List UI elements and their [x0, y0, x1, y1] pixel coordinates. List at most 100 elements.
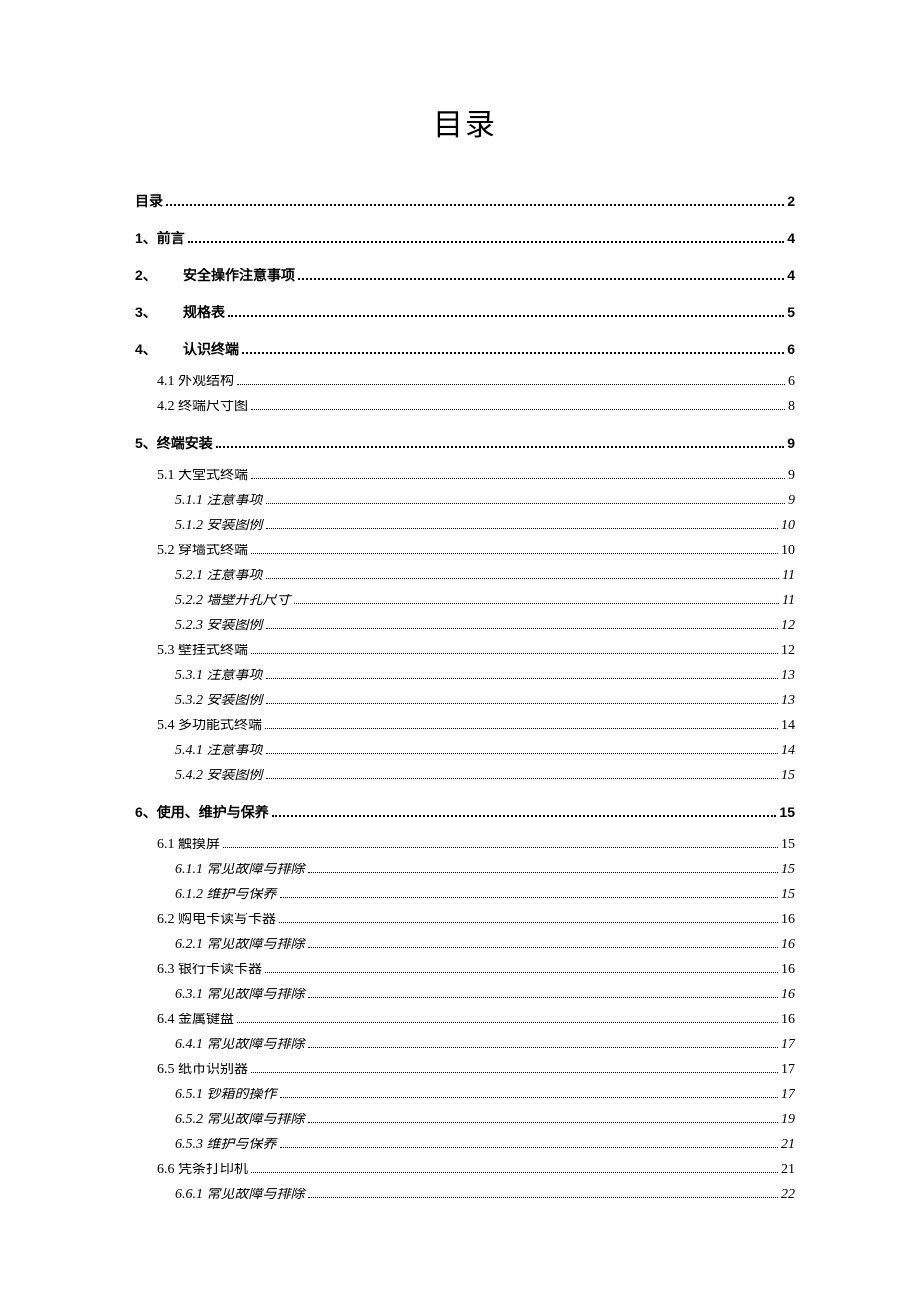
toc-entry[interactable]: 4.2 终端尺寸图8 — [135, 400, 795, 414]
toc-entry-page: 5 — [787, 305, 795, 319]
toc-entry-label: 6.5.3 维护与保养 — [175, 1138, 277, 1152]
toc-leader-dots — [237, 376, 785, 385]
toc-entry-page: 16 — [781, 938, 795, 952]
toc-entry-label: 6.3 银行卡读卡器 — [157, 963, 262, 977]
toc-entry[interactable]: 5.1.2 安装图例10 — [135, 519, 795, 533]
toc-leader-dots — [266, 620, 779, 629]
toc-entry-page: 17 — [781, 1038, 795, 1052]
toc-entry-label: 6.5 纸币识别器 — [157, 1063, 248, 1077]
toc-leader-dots — [266, 745, 779, 754]
toc-entry[interactable]: 6.1 触摸屏 15 — [135, 838, 795, 852]
toc-entry-label: 5.2.1 注意事项 — [175, 569, 263, 583]
toc-entry-page: 21 — [781, 1163, 795, 1177]
toc-leader-dots — [308, 1114, 779, 1123]
table-of-contents: 目录 2 1、前言 4 2、安全操作注意事项 4 3、规格表 5 4、认识终端6 4.1 外观结构… — [135, 194, 795, 1202]
toc-entry[interactable]: 5.2.2 墙壁开孔尺寸 11 — [135, 594, 795, 608]
toc-entry[interactable]: 5.2.3 安装图例12 — [135, 619, 795, 633]
toc-leader-dots — [308, 1189, 779, 1198]
toc-entry[interactable]: 6、使用、维护与保养15 — [135, 805, 795, 820]
toc-entry[interactable]: 5.4.2 安装图例15 — [135, 769, 795, 783]
toc-entry[interactable]: 5.1 大堂式终端 9 — [135, 469, 795, 483]
toc-entry[interactable]: 6.3 银行卡读卡器16 — [135, 963, 795, 977]
toc-entry-label: 4、认识终端 — [135, 342, 239, 356]
toc-entry[interactable]: 6.3.1 常见故障与排除16 — [135, 988, 795, 1002]
toc-leader-dots — [166, 196, 784, 206]
toc-entry-label: 3、规格表 — [135, 305, 225, 319]
toc-entry[interactable]: 5.3.1 注意事项13 — [135, 669, 795, 683]
toc-entry-label: 2、安全操作注意事项 — [135, 268, 295, 282]
toc-entry[interactable]: 6.5.2 常见故障与排除19 — [135, 1113, 795, 1127]
toc-entry-page: 12 — [781, 644, 795, 658]
toc-entry[interactable]: 5.2 穿墙式终端10 — [135, 544, 795, 558]
toc-entry-page: 17 — [781, 1063, 795, 1077]
toc-entry[interactable]: 6.4.1 常见故障与排除17 — [135, 1038, 795, 1052]
toc-leader-dots — [251, 1064, 778, 1073]
toc-entry-page: 15 — [781, 888, 795, 902]
toc-entry[interactable]: 1、前言 4 — [135, 231, 795, 246]
toc-entry-page: 14 — [781, 744, 795, 758]
toc-entry-page: 9 — [788, 469, 795, 483]
toc-entry[interactable]: 5.4.1 注意事项14 — [135, 744, 795, 758]
toc-entry[interactable]: 6.5.1 钞箱的操作17 — [135, 1088, 795, 1102]
toc-leader-dots — [280, 1089, 779, 1098]
toc-entry[interactable]: 6.5.3 维护与保养21 — [135, 1138, 795, 1152]
toc-leader-dots — [294, 595, 780, 604]
toc-entry-label: 6.3.1 常见故障与排除 — [175, 988, 305, 1002]
toc-leader-dots — [188, 233, 784, 243]
toc-entry-label: 目录 — [135, 194, 163, 208]
toc-entry[interactable]: 6.2 购电卡读写卡器16 — [135, 913, 795, 927]
toc-entry-page: 15 — [781, 863, 795, 877]
toc-leader-dots — [266, 670, 779, 679]
toc-entry-page: 22 — [781, 1188, 795, 1202]
toc-entry-page: 11 — [782, 594, 795, 608]
toc-leader-dots — [308, 864, 779, 873]
toc-entry[interactable]: 6.6 凭条打印机21 — [135, 1163, 795, 1177]
toc-leader-dots — [308, 939, 779, 948]
toc-entry[interactable]: 5.2.1 注意事项 11 — [135, 569, 795, 583]
toc-entry[interactable]: 6.6.1 常见故障与排除 22 — [135, 1188, 795, 1202]
toc-entry[interactable]: 5.3 壁挂式终端 12 — [135, 644, 795, 658]
toc-entry[interactable]: 3、规格表 5 — [135, 305, 795, 320]
toc-entry[interactable]: 目录 2 — [135, 194, 795, 209]
toc-entry-label: 1、前言 — [135, 231, 185, 245]
toc-entry[interactable]: 6.5 纸币识别器 17 — [135, 1063, 795, 1077]
toc-entry[interactable]: 6.1.1 常见故障与排除15 — [135, 863, 795, 877]
toc-entry-page: 14 — [781, 719, 795, 733]
toc-leader-dots — [266, 520, 779, 529]
toc-leader-dots — [280, 1139, 779, 1148]
toc-entry-page: 16 — [781, 1013, 795, 1027]
toc-entry[interactable]: 2、安全操作注意事项 4 — [135, 268, 795, 283]
toc-entry[interactable]: 4、认识终端6 — [135, 342, 795, 357]
toc-leader-dots — [266, 570, 780, 579]
toc-entry-label: 5.1.1 注意事项 — [175, 494, 263, 508]
toc-entry-label: 5.3 壁挂式终端 — [157, 644, 248, 658]
toc-entry-label: 6.2 购电卡读写卡器 — [157, 913, 276, 927]
toc-entry-label: 5、终端安装 — [135, 436, 213, 450]
toc-entry[interactable]: 6.1.2 维护与保养15 — [135, 888, 795, 902]
toc-entry-label: 6.1 触摸屏 — [157, 838, 220, 852]
toc-entry[interactable]: 6.2.1 常见故障与排除16 — [135, 938, 795, 952]
toc-entry[interactable]: 5.3.2 安装图例13 — [135, 694, 795, 708]
toc-entry-page: 4 — [787, 268, 795, 282]
toc-entry-page: 8 — [788, 400, 795, 414]
toc-entry[interactable]: 5.4 多功能式终端14 — [135, 719, 795, 733]
toc-entry-page: 12 — [781, 619, 795, 633]
toc-entry-label: 5.1 大堂式终端 — [157, 469, 248, 483]
toc-leader-dots — [298, 270, 784, 280]
toc-entry-page: 4 — [787, 231, 795, 245]
toc-leader-dots — [251, 1164, 778, 1173]
toc-entry-label: 4.1 外观结构 — [157, 375, 234, 389]
toc-entry-label: 6.6.1 常见故障与排除 — [175, 1188, 305, 1202]
toc-entry[interactable]: 6.4 金属键盘16 — [135, 1013, 795, 1027]
toc-entry-page: 2 — [787, 194, 795, 208]
toc-entry[interactable]: 5、终端安装9 — [135, 436, 795, 451]
toc-entry-page: 17 — [781, 1088, 795, 1102]
toc-entry-page: 11 — [782, 569, 795, 583]
toc-entry[interactable]: 4.1 外观结构6 — [135, 375, 795, 389]
toc-leader-dots — [251, 401, 785, 410]
toc-entry-page: 15 — [781, 838, 795, 852]
toc-entry-label: 5.2.2 墙壁开孔尺寸 — [175, 594, 291, 608]
toc-entry[interactable]: 5.1.1 注意事项9 — [135, 494, 795, 508]
toc-entry-label: 6.5.2 常见故障与排除 — [175, 1113, 305, 1127]
toc-leader-dots — [308, 989, 779, 998]
